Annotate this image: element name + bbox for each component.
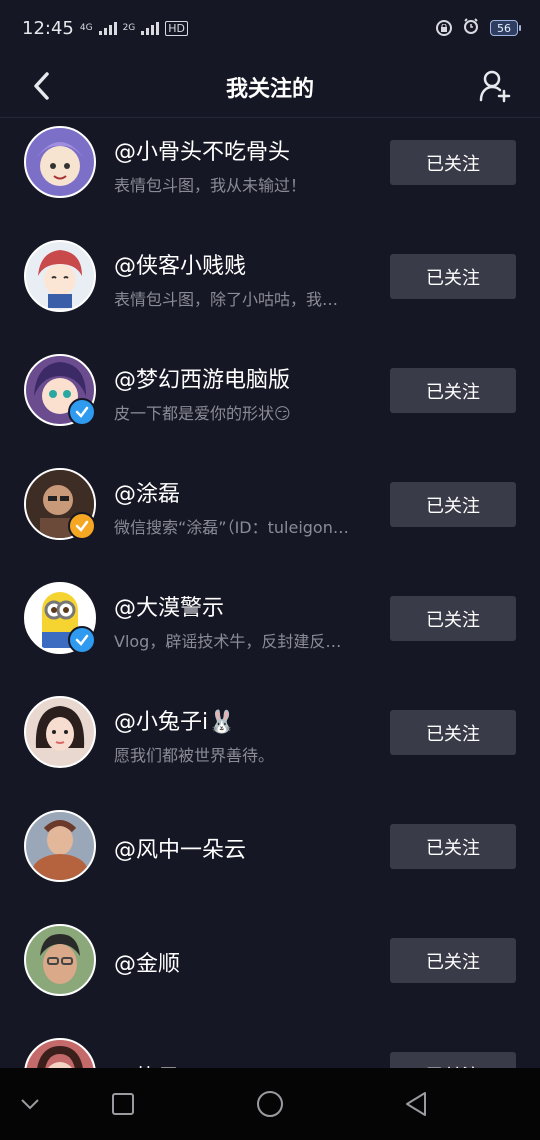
- user-name: @风中一朵云: [114, 838, 247, 863]
- system-navigation-bar: [0, 1068, 540, 1140]
- avatar[interactable]: [24, 126, 96, 198]
- chevron-down-icon: [21, 1099, 39, 1110]
- list-item[interactable]: @风中一朵云 已关注: [0, 802, 540, 916]
- lock-icon: [436, 20, 452, 36]
- nav-recents-button[interactable]: [105, 1086, 141, 1122]
- verified-badge-icon: [68, 626, 96, 654]
- followed-button[interactable]: 已关注: [390, 368, 516, 413]
- avatar[interactable]: [24, 696, 96, 768]
- user-name: @执予: [114, 1060, 180, 1068]
- battery-icon: 56: [490, 20, 521, 36]
- nav-back-button[interactable]: [398, 1086, 434, 1122]
- followed-button[interactable]: 已关注: [390, 710, 516, 755]
- circle-icon: [257, 1091, 283, 1117]
- followed-button[interactable]: 已关注: [390, 938, 516, 983]
- user-name: @侠客小贱贱: [114, 254, 247, 279]
- user-name: @金顺: [114, 952, 181, 977]
- back-button[interactable]: [22, 66, 62, 106]
- status-bar: 12:45 4G 2G HD 56: [0, 0, 540, 56]
- signal-icon-2: [141, 21, 160, 35]
- avatar[interactable]: [24, 810, 96, 882]
- verified-badge-icon: [68, 512, 96, 540]
- signal-icon: [98, 21, 117, 35]
- user-name: @涂磊: [114, 482, 181, 507]
- list-item[interactable]: @执予 已关注: [0, 1030, 540, 1068]
- alarm-icon: [462, 17, 480, 40]
- user-description: Vlog，辟谣技术牛，反封建反…: [114, 632, 342, 651]
- following-list: @小骨头不吃骨头 表情包斗图，我从未输过！ 已关注 @侠客小贱贱 表情包斗图，除…: [0, 118, 540, 1068]
- list-item[interactable]: @小兔子i🐰 愿我们都被世界善待。 已关注: [0, 688, 540, 802]
- followed-button[interactable]: 已关注: [390, 824, 516, 869]
- nav-hide-button[interactable]: [12, 1086, 48, 1122]
- status-time: 12:45: [22, 17, 74, 39]
- square-icon: [112, 1093, 134, 1115]
- list-item[interactable]: @涂磊 微信搜索“涂磊”（ID：tuleigon… 已关注: [0, 460, 540, 574]
- followed-button[interactable]: 已关注: [390, 596, 516, 641]
- user-description: 表情包斗图，除了小咕咕，我…: [114, 290, 339, 309]
- verified-badge-icon: [68, 398, 96, 426]
- user-name: @大漠警示: [114, 596, 225, 621]
- page-title: 我关注的: [225, 76, 314, 102]
- avatar[interactable]: [24, 924, 96, 996]
- add-user-icon: [479, 70, 511, 103]
- nav-bar: 我关注的: [0, 56, 540, 118]
- user-name: @梦幻西游电脑版: [114, 368, 291, 393]
- network-type-1: 4G: [79, 22, 93, 33]
- followed-button[interactable]: 已关注: [390, 254, 516, 299]
- status-right: 56: [436, 17, 521, 40]
- back-arrow-icon: [34, 72, 49, 100]
- user-description: 愿我们都被世界善待。: [114, 746, 275, 765]
- user-description: 微信搜索“涂磊”（ID：tuleigon…: [114, 518, 349, 537]
- avatar[interactable]: [24, 1038, 96, 1068]
- followed-button[interactable]: 已关注: [390, 1052, 516, 1068]
- status-left: 12:45 4G 2G HD: [22, 17, 189, 39]
- user-description: 皮一下都是爱你的形状😏: [114, 404, 291, 423]
- list-item[interactable]: @小骨头不吃骨头 表情包斗图，我从未输过！ 已关注: [0, 118, 540, 232]
- user-name: @小兔子i🐰: [114, 710, 236, 735]
- list-item[interactable]: @大漠警示 Vlog，辟谣技术牛，反封建反… 已关注: [0, 574, 540, 688]
- list-item[interactable]: @侠客小贱贱 表情包斗图，除了小咕咕，我… 已关注: [0, 232, 540, 346]
- list-item[interactable]: @梦幻西游电脑版 皮一下都是爱你的形状😏 已关注: [0, 346, 540, 460]
- network-type-2: 2G: [122, 22, 136, 33]
- add-friend-button[interactable]: [474, 64, 518, 108]
- list-item[interactable]: @金顺 已关注: [0, 916, 540, 1030]
- user-name: @小骨头不吃骨头: [114, 140, 291, 165]
- user-description: 表情包斗图，我从未输过！: [114, 176, 307, 195]
- triangle-back-icon: [406, 1092, 426, 1116]
- hd-icon: HD: [165, 20, 189, 36]
- followed-button[interactable]: 已关注: [390, 482, 516, 527]
- followed-button[interactable]: 已关注: [390, 140, 516, 185]
- avatar[interactable]: [24, 240, 96, 312]
- nav-home-button[interactable]: [252, 1086, 288, 1122]
